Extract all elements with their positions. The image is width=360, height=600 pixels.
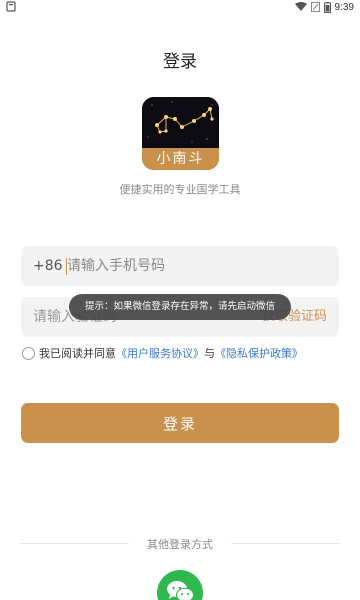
privacy-policy-link[interactable]: 《隐私保护政策》	[215, 345, 303, 361]
wechat-login-button[interactable]	[157, 570, 203, 600]
agreement-row: 我已阅读并同意 《用户服务协议》 与 《隐私保护政策》	[22, 345, 303, 361]
app-tagline: 便捷实用的专业国学工具	[119, 183, 241, 196]
toast-message: 提示：如果微信登录存在异常，请先启动微信	[69, 294, 291, 320]
status-time: 9:39	[334, 1, 354, 13]
login-button[interactable]: 登录	[21, 403, 339, 443]
constellation-icon	[142, 97, 219, 148]
signal-icon	[310, 2, 320, 12]
divider-line-right	[231, 543, 339, 544]
app-notification-icon	[6, 1, 16, 12]
phone-field: +86	[21, 246, 339, 286]
phone-input[interactable]	[67, 246, 307, 286]
other-login-label: 其他登录方式	[147, 538, 213, 551]
user-agreement-link[interactable]: 《用户服务协议》	[116, 345, 204, 361]
wechat-icon	[167, 581, 194, 600]
page-title: 登录	[163, 52, 197, 72]
logo-text: 小南斗	[142, 148, 219, 170]
agreement-checkbox[interactable]	[22, 346, 35, 360]
other-login-divider: 其他登录方式	[21, 536, 339, 551]
status-bar: 9:39	[0, 0, 360, 14]
wifi-icon	[294, 2, 307, 11]
battery-icon	[323, 1, 331, 13]
agreement-text: 我已阅读并同意	[39, 347, 116, 360]
country-code[interactable]: +86	[33, 246, 63, 286]
app-logo: 小南斗	[142, 97, 219, 170]
agreement-and: 与	[204, 347, 215, 360]
